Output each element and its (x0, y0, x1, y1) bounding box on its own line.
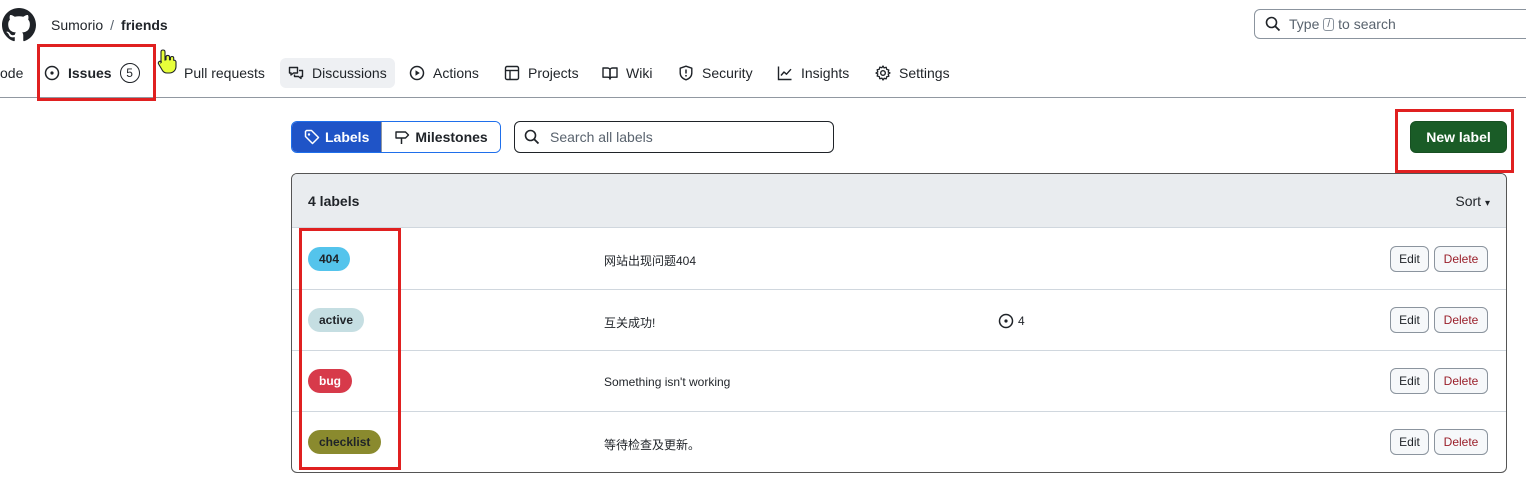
repo-nav: ode Issues 5 Pull requests Discussions A… (0, 49, 1526, 98)
label-pill[interactable]: 404 (308, 247, 351, 271)
tab-code-label: ode (0, 65, 24, 81)
label-description: 等待检查及更新。 (604, 438, 701, 452)
label-pill[interactable]: active (308, 308, 365, 332)
table-icon (504, 65, 520, 81)
pointer-hand-icon (157, 49, 177, 74)
graph-icon (777, 66, 792, 81)
milestones-tab[interactable]: Milestones (381, 122, 500, 152)
repo-owner-link[interactable]: Sumorio (51, 17, 103, 33)
search-hint-suffix: to search (1338, 16, 1396, 32)
tab-settings[interactable]: Settings (875, 58, 950, 88)
tab-actions[interactable]: Actions (409, 58, 479, 88)
tab-issues[interactable]: Issues 5 (44, 58, 140, 88)
tab-code[interactable]: ode (0, 58, 23, 88)
global-search-input[interactable]: Type / to search (1254, 9, 1526, 39)
breadcrumb: Sumorio / friends (51, 16, 168, 34)
edit-button[interactable]: Edit (1390, 246, 1429, 272)
label-pill[interactable]: checklist (308, 430, 382, 454)
caret-down-icon: ▾ (1484, 198, 1490, 209)
book-icon (602, 67, 618, 80)
label-search-placeholder: Search all labels (550, 129, 653, 145)
tab-discussions[interactable]: Discussions (280, 58, 395, 88)
tab-insights[interactable]: Insights (777, 58, 849, 88)
labels-tab-label: Labels (325, 129, 370, 145)
delete-button[interactable]: Delete (1434, 307, 1488, 333)
tab-discussions-label: Discussions (312, 65, 387, 81)
label-description: 网站出现问题404 (604, 254, 697, 268)
tab-projects-label: Projects (528, 65, 579, 81)
repo-name-link[interactable]: friends (121, 17, 168, 33)
labels-tab[interactable]: Labels (292, 122, 382, 152)
label-row: active 互关成功! 4 Edit Delete (292, 290, 1506, 351)
label-pill[interactable]: bug (308, 369, 352, 393)
label-description: 互关成功! (604, 316, 656, 330)
label-row: 404 网站出现问题404 Edit Delete (292, 228, 1506, 290)
label-row: checklist 等待检查及更新。 Edit Delete (292, 412, 1506, 472)
gear-icon (875, 65, 891, 81)
milestones-tab-label: Milestones (415, 129, 488, 145)
edit-button[interactable]: Edit (1390, 307, 1429, 333)
tab-issues-label: Issues (68, 65, 112, 81)
tag-icon (304, 129, 320, 145)
new-label-button[interactable]: New label (1410, 121, 1507, 153)
milestone-icon (395, 131, 410, 144)
label-search-input[interactable]: Search all labels (514, 121, 834, 153)
label-row: bug Something isn't working Edit Delete (292, 351, 1506, 412)
sort-dropdown[interactable]: Sort ▾ (1455, 193, 1490, 209)
comment-discussion-icon (288, 66, 304, 80)
play-icon (409, 65, 425, 81)
search-shortcut-key: / (1323, 17, 1335, 31)
labels-list-header: 4 labels Sort ▾ (292, 174, 1506, 228)
github-logo-icon[interactable] (2, 8, 36, 42)
labels-milestones-switch: Labels Milestones (291, 121, 501, 153)
issues-count-badge: 5 (119, 63, 140, 83)
labels-count: 4 labels (308, 193, 360, 209)
labels-list: 4 labels Sort ▾ 404 网站出现问题404 Edit Delet… (291, 173, 1507, 473)
delete-button[interactable]: Delete (1434, 368, 1488, 394)
breadcrumb-separator: / (110, 17, 115, 33)
tab-pull-requests[interactable]: Pull requests (157, 49, 265, 88)
label-description: Something isn't working (604, 375, 731, 389)
tab-pull-requests-label: Pull requests (184, 65, 265, 81)
tab-wiki-label: Wiki (626, 65, 653, 81)
search-hint-prefix: Type (1289, 16, 1320, 32)
tab-insights-label: Insights (801, 65, 850, 81)
edit-button[interactable]: Edit (1390, 429, 1429, 455)
open-issues-count: 4 (1018, 314, 1025, 328)
delete-button[interactable]: Delete (1434, 246, 1488, 272)
search-icon (524, 129, 540, 145)
edit-button[interactable]: Edit (1390, 368, 1429, 394)
issue-opened-icon (998, 313, 1014, 329)
tab-projects[interactable]: Projects (504, 58, 579, 88)
shield-icon (679, 65, 693, 81)
tab-actions-label: Actions (433, 65, 479, 81)
tab-settings-label: Settings (899, 65, 950, 81)
sort-label: Sort (1455, 193, 1482, 209)
tab-security[interactable]: Security (678, 58, 753, 88)
tab-wiki[interactable]: Wiki (602, 58, 652, 88)
tab-security-label: Security (702, 65, 753, 81)
delete-button[interactable]: Delete (1434, 429, 1488, 455)
open-issues-link[interactable]: 4 (998, 313, 1025, 329)
issue-opened-icon (44, 65, 60, 81)
search-icon (1265, 16, 1281, 32)
